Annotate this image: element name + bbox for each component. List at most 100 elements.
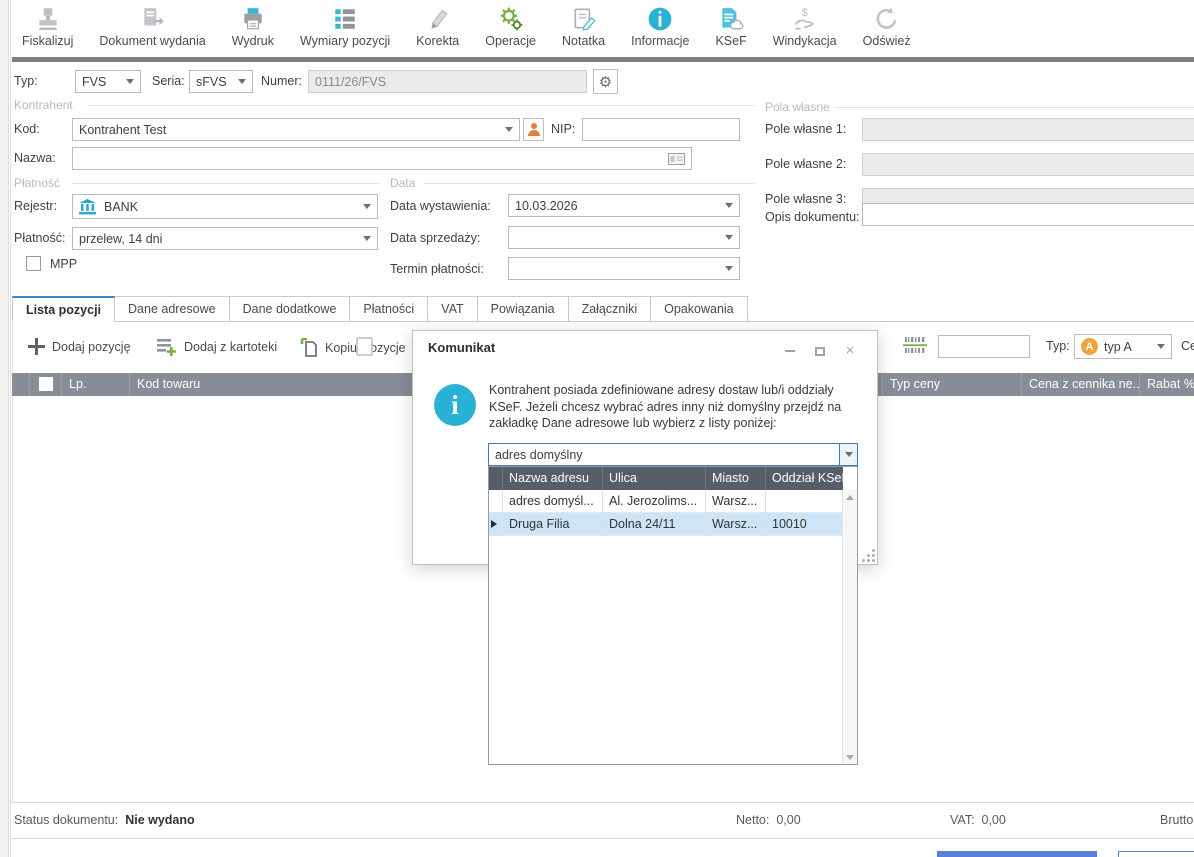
odswiez-button[interactable]: Odśwież (863, 0, 911, 48)
typ-value: FVS (82, 75, 106, 89)
operacje-button[interactable]: Operacje (485, 0, 536, 48)
address-combobox-dropdown-button[interactable] (839, 444, 857, 465)
grid-header-lp[interactable]: Lp. (62, 373, 130, 396)
kod-label: Kod: (14, 118, 40, 141)
add-position-button[interactable]: Dodaj pozycję (28, 338, 131, 355)
address-combobox[interactable]: adres domyślny (488, 443, 858, 466)
cell-nazwa: Druga Filia (503, 513, 603, 536)
price-type-value: typ A (1104, 340, 1132, 354)
kontrahent-card-button[interactable] (523, 118, 544, 141)
close-icon[interactable]: × (843, 345, 857, 357)
chevron-down-icon (126, 79, 134, 84)
secondary-action-button-partial[interactable] (1118, 851, 1194, 857)
barcode-scan-icon[interactable] (903, 335, 927, 357)
data-group-line (424, 183, 755, 184)
address-grid-header-oddzial[interactable]: Oddział KSeF (766, 467, 843, 490)
maximize-icon[interactable] (813, 345, 827, 357)
tab-vat[interactable]: VAT (428, 296, 477, 322)
resize-grip[interactable] (860, 547, 875, 562)
tab-opakowania[interactable]: Opakowania (651, 296, 748, 322)
address-row-default[interactable]: adres domyśl... Al. Jerozolims... Warsz.… (489, 490, 843, 513)
netto-label: Netto: (736, 813, 769, 827)
tab-dane-dodatkowe[interactable]: Dane dodatkowe (230, 296, 351, 322)
numer-label: Numer: (261, 70, 302, 93)
rejestr-combobox[interactable]: BANK (72, 194, 378, 219)
typ-combobox[interactable]: FVS (75, 70, 141, 93)
informacje-label: Informacje (631, 34, 689, 48)
windykacja-button[interactable]: $ Windykacja (773, 0, 837, 48)
primary-action-button-partial[interactable] (937, 851, 1097, 857)
cena-label-partial: Ce (1181, 335, 1194, 358)
wymiary-pozycji-button[interactable]: Wymiary pozycji (300, 0, 390, 48)
dokument-wydania-button[interactable]: Dokument wydania (99, 0, 205, 48)
data-sprzedazy-picker[interactable] (508, 226, 740, 249)
data-wystawienia-picker[interactable]: 10.03.2026 (508, 194, 740, 217)
position-search-input[interactable] (938, 335, 1030, 358)
netto-total: Netto: 0,00 (736, 809, 801, 832)
nip-input[interactable] (582, 118, 740, 141)
kontrahent-kod-combobox[interactable]: Kontrahent Test (72, 118, 520, 141)
ksef-cloud-icon (718, 6, 744, 32)
toolbar-separator (12, 57, 1194, 62)
mpp-checkbox[interactable] (26, 256, 41, 271)
ksef-button[interactable]: KSeF (715, 0, 746, 48)
select-all-checkbox[interactable] (39, 377, 53, 391)
address-grid-header-ulica[interactable]: Ulica (603, 467, 706, 490)
grid-header-typ-ceny[interactable]: Typ ceny (883, 373, 1022, 396)
tab-platnosci[interactable]: Płatności (350, 296, 428, 322)
seria-combobox[interactable]: sFVS (189, 70, 253, 93)
list-dimensions-icon (332, 6, 358, 32)
wymiary-pozycji-label: Wymiary pozycji (300, 34, 390, 48)
price-type-combobox[interactable]: A typ A (1074, 334, 1172, 359)
seria-label: Seria: (152, 70, 185, 93)
address-grid-header-nazwa[interactable]: Nazwa adresu (503, 467, 603, 490)
tab-powiazania[interactable]: Powiązania (478, 296, 569, 322)
nazwa-input[interactable] (72, 147, 692, 170)
informacje-button[interactable]: Informacje (631, 0, 689, 48)
tab-zalaczniki[interactable]: Załączniki (569, 296, 652, 322)
scroll-up-icon[interactable] (843, 490, 857, 504)
notatka-button[interactable]: Notatka (562, 0, 605, 48)
copy-positions-button[interactable]: Kopiuj pozycje (300, 338, 406, 357)
chevron-down-icon (1157, 344, 1165, 349)
row-selector-icon (491, 520, 497, 528)
tab-lista-pozycji[interactable]: Lista pozycji (12, 296, 115, 322)
address-grid-scrollbar[interactable] (842, 490, 857, 764)
price-type-badge: A (1081, 338, 1098, 355)
grid-header-rabat[interactable]: Rabat % (1140, 373, 1194, 396)
nip-label: NIP: (551, 118, 575, 141)
address-card-icon[interactable] (668, 153, 685, 165)
numer-input: 0111/26/FVS (308, 70, 587, 93)
address-row-selected[interactable]: Druga Filia Dolna 24/11 Warsz... 10010 (489, 513, 843, 536)
data-group-label: Data (390, 176, 421, 190)
grid-header-cena-z-cennika[interactable]: Cena z cennika ne... (1022, 373, 1140, 396)
chevron-down-icon (725, 266, 733, 271)
chevron-down-icon (505, 127, 513, 132)
tab-dane-adresowe[interactable]: Dane adresowe (115, 296, 230, 322)
typ-label: Typ: (14, 70, 38, 93)
minimize-icon[interactable] (783, 345, 797, 357)
platnosc-value: przelew, 14 dni (79, 232, 162, 246)
opis-dokumentu-input[interactable] (862, 203, 1194, 226)
platnosc-combobox[interactable]: przelew, 14 dni (72, 227, 378, 250)
chevron-down-icon (363, 236, 371, 241)
fiskalizuj-button[interactable]: Fiskalizuj (22, 0, 73, 48)
grid-select-all-cell[interactable] (30, 373, 62, 396)
wydruk-button[interactable]: Wydruk (232, 0, 274, 48)
left-edge-divider (10, 0, 11, 857)
windykacja-label: Windykacja (773, 34, 837, 48)
pole-wlasne-2-input (862, 153, 1194, 176)
plus-icon (28, 338, 45, 355)
scroll-down-icon[interactable] (843, 750, 857, 764)
termin-platnosci-picker[interactable] (508, 257, 740, 280)
printer-icon (240, 6, 266, 32)
numeration-settings-button[interactable]: ⚙ (593, 69, 618, 94)
bank-icon (79, 199, 96, 215)
address-grid-header-miasto[interactable]: Miasto (706, 467, 766, 490)
add-from-catalog-button[interactable]: Dodaj z kartoteki (157, 338, 277, 356)
document-tabs: Lista pozycji Dane adresowe Dane dodatko… (12, 296, 748, 322)
toolbar-button-partial-icon[interactable] (356, 337, 373, 356)
opis-dokumentu-label: Opis dokumentu: (765, 206, 860, 229)
korekta-label: Korekta (416, 34, 459, 48)
korekta-button[interactable]: Korekta (416, 0, 459, 48)
